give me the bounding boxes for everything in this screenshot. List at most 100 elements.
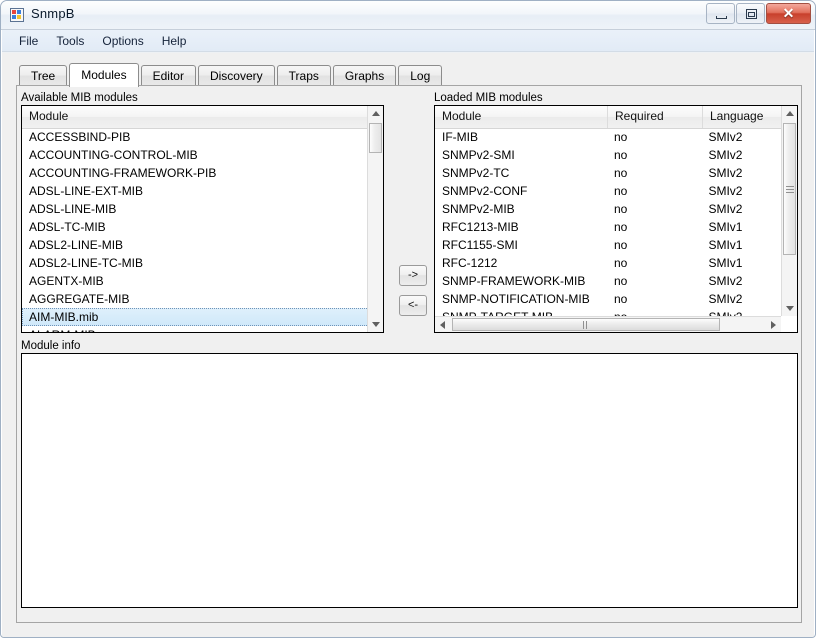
language-value: SMIv1 [708,256,743,270]
tab-log[interactable]: Log [398,65,443,86]
table-row[interactable]: SNMP-NOTIFICATION-MIB no SMIv2 [435,290,781,308]
loaded-modules-label: Loaded MIB modules [434,92,543,104]
minimize-button[interactable] [706,3,735,24]
loaded-scroll-thumb[interactable] [783,123,796,255]
tab-traps[interactable]: Traps [276,65,331,86]
client-area: Tree Modules Editor Discovery Traps Grap… [2,53,814,637]
menu-item-tools[interactable]: Tools [47,31,93,51]
table-row[interactable]: SNMPv2-CONF no SMIv2 [435,182,781,200]
language-value: SMIv2 [708,202,743,216]
table-row[interactable]: SNMPv2-MIB no SMIv2 [435,200,781,218]
loaded-modules-list[interactable]: Module Required Language IF-MIB no SMIv2 SN… [434,105,798,333]
scroll-left-button[interactable] [435,317,451,332]
title-bar: SnmpB ✕ [1,1,815,30]
module-name: SNMP-NOTIFICATION-MIB [442,292,590,306]
language-value: SMIv2 [708,274,743,288]
module-info-box[interactable] [21,353,798,608]
scroll-up-button[interactable] [368,106,383,122]
list-item[interactable]: AGGREGATE-MIB [22,290,383,308]
scroll-down-button[interactable] [782,300,797,316]
module-name: ACCOUNTING-CONTROL-MIB [29,148,198,162]
module-name: RFC1213-MIB [442,220,519,234]
module-name: ALARM-MIB [22,328,367,332]
column-header-module[interactable]: Module [435,106,608,128]
table-row[interactable]: SNMP-TARGET-MIBnoSMIv2 [435,308,781,316]
required-value: no [613,292,628,306]
tab-editor[interactable]: Editor [140,65,196,86]
column-header-required[interactable]: Required [608,106,703,128]
required-value: no [613,166,628,180]
tab-discovery[interactable]: Discovery [197,65,275,86]
loaded-hscroll-thumb[interactable] [452,318,720,331]
scroll-right-button[interactable] [765,317,781,332]
scroll-up-button[interactable] [782,106,797,122]
modules-tab-panel: Available MIB modules Module ACCESSBIND-… [16,85,802,623]
list-item[interactable]: ADSL-LINE-EXT-MIB [22,182,383,200]
list-item[interactable]: ACCOUNTING-CONTROL-MIB [22,146,383,164]
module-name: ADSL2-LINE-MIB [29,238,124,252]
list-item[interactable]: AIM-MIB.mib [22,308,383,326]
list-item[interactable]: ADSL-TC-MIB [22,218,383,236]
language-value: SMIv2 [708,148,743,162]
table-row[interactable]: IF-MIB no SMIv2 [435,128,781,146]
menu-bar: File Tools Options Help [2,30,814,52]
list-item[interactable]: ACCESSBIND-PIB [22,128,383,146]
add-module-button[interactable]: -> [399,265,427,286]
module-info-label: Module info [21,340,81,352]
loaded-horizontal-scrollbar[interactable] [435,316,781,332]
module-name: IF-MIB [442,130,478,144]
table-row[interactable]: RFC1213-MIB no SMIv1 [435,218,781,236]
loaded-vertical-scrollbar[interactable] [781,106,797,316]
table-row[interactable]: RFC1155-SMI no SMIv1 [435,236,781,254]
available-modules-list[interactable]: Module ACCESSBIND-PIB ACCOUNTING-CONTROL-… [21,105,384,333]
list-item[interactable]: AGENTX-MIB [22,272,383,290]
required-value: no [613,202,628,216]
table-row[interactable]: SNMPv2-TC no SMIv2 [435,164,781,182]
tab-graphs[interactable]: Graphs [332,65,397,86]
scroll-down-button[interactable] [368,316,383,332]
menu-item-options[interactable]: Options [93,31,152,51]
required-value: no [613,184,628,198]
table-row[interactable]: SNMPv2-SMI no SMIv2 [435,146,781,164]
required-value: no [613,130,628,144]
module-name: ADSL-TC-MIB [29,220,106,234]
module-name: SNMPv2-CONF [442,184,528,198]
tab-bar: Tree Modules Editor Discovery Traps Grap… [19,63,444,87]
column-header-module[interactable]: Module [22,106,367,128]
list-item[interactable]: ADSL2-LINE-TC-MIB [22,254,383,272]
module-name: ADSL-LINE-EXT-MIB [29,184,144,198]
maximize-button[interactable] [736,3,765,24]
language-value: SMIv1 [708,220,743,234]
menu-item-help[interactable]: Help [153,31,196,51]
available-vertical-scrollbar[interactable] [367,106,383,332]
module-name: SNMPv2-SMI [442,148,515,162]
loaded-rows-container: IF-MIB no SMIv2 SNMPv2-SMI no SMIv2 SNMPv2-TC n… [435,128,781,316]
list-item[interactable]: ADSL-LINE-MIB [22,200,383,218]
list-item[interactable]: ALARM-MIB [22,326,383,332]
remove-module-button[interactable]: <- [399,295,427,316]
menu-item-file[interactable]: File [10,31,47,51]
tab-modules[interactable]: Modules [69,63,139,87]
app-window: SnmpB ✕ File Tools Options Help Tree Mod… [0,0,816,638]
required-value: no [613,256,628,270]
module-info-content [22,354,797,362]
column-header-language[interactable]: Language [703,106,783,128]
required-value: no [613,274,628,288]
scroll-grip-icon [583,320,590,329]
close-button[interactable]: ✕ [766,3,811,24]
list-item[interactable]: ADSL2-LINE-MIB [22,236,383,254]
tab-tree[interactable]: Tree [19,65,68,86]
loaded-list-header: Module Required Language [435,106,797,129]
available-list-header: Module [22,106,383,129]
available-scroll-thumb[interactable] [369,123,382,153]
list-item[interactable]: ACCOUNTING-FRAMEWORK-PIB [22,164,383,182]
module-name: RFC-1212 [442,256,498,270]
table-row[interactable]: RFC-1212 no SMIv1 [435,254,781,272]
language-value: SMIv1 [708,238,743,252]
window-title: SnmpB [31,6,75,21]
module-name: SNMP-FRAMEWORK-MIB [442,274,586,288]
module-name: ACCESSBIND-PIB [29,130,131,144]
table-row[interactable]: SNMP-FRAMEWORK-MIB no SMIv2 [435,272,781,290]
close-icon: ✕ [782,5,795,21]
module-name: ADSL2-LINE-TC-MIB [29,256,144,270]
